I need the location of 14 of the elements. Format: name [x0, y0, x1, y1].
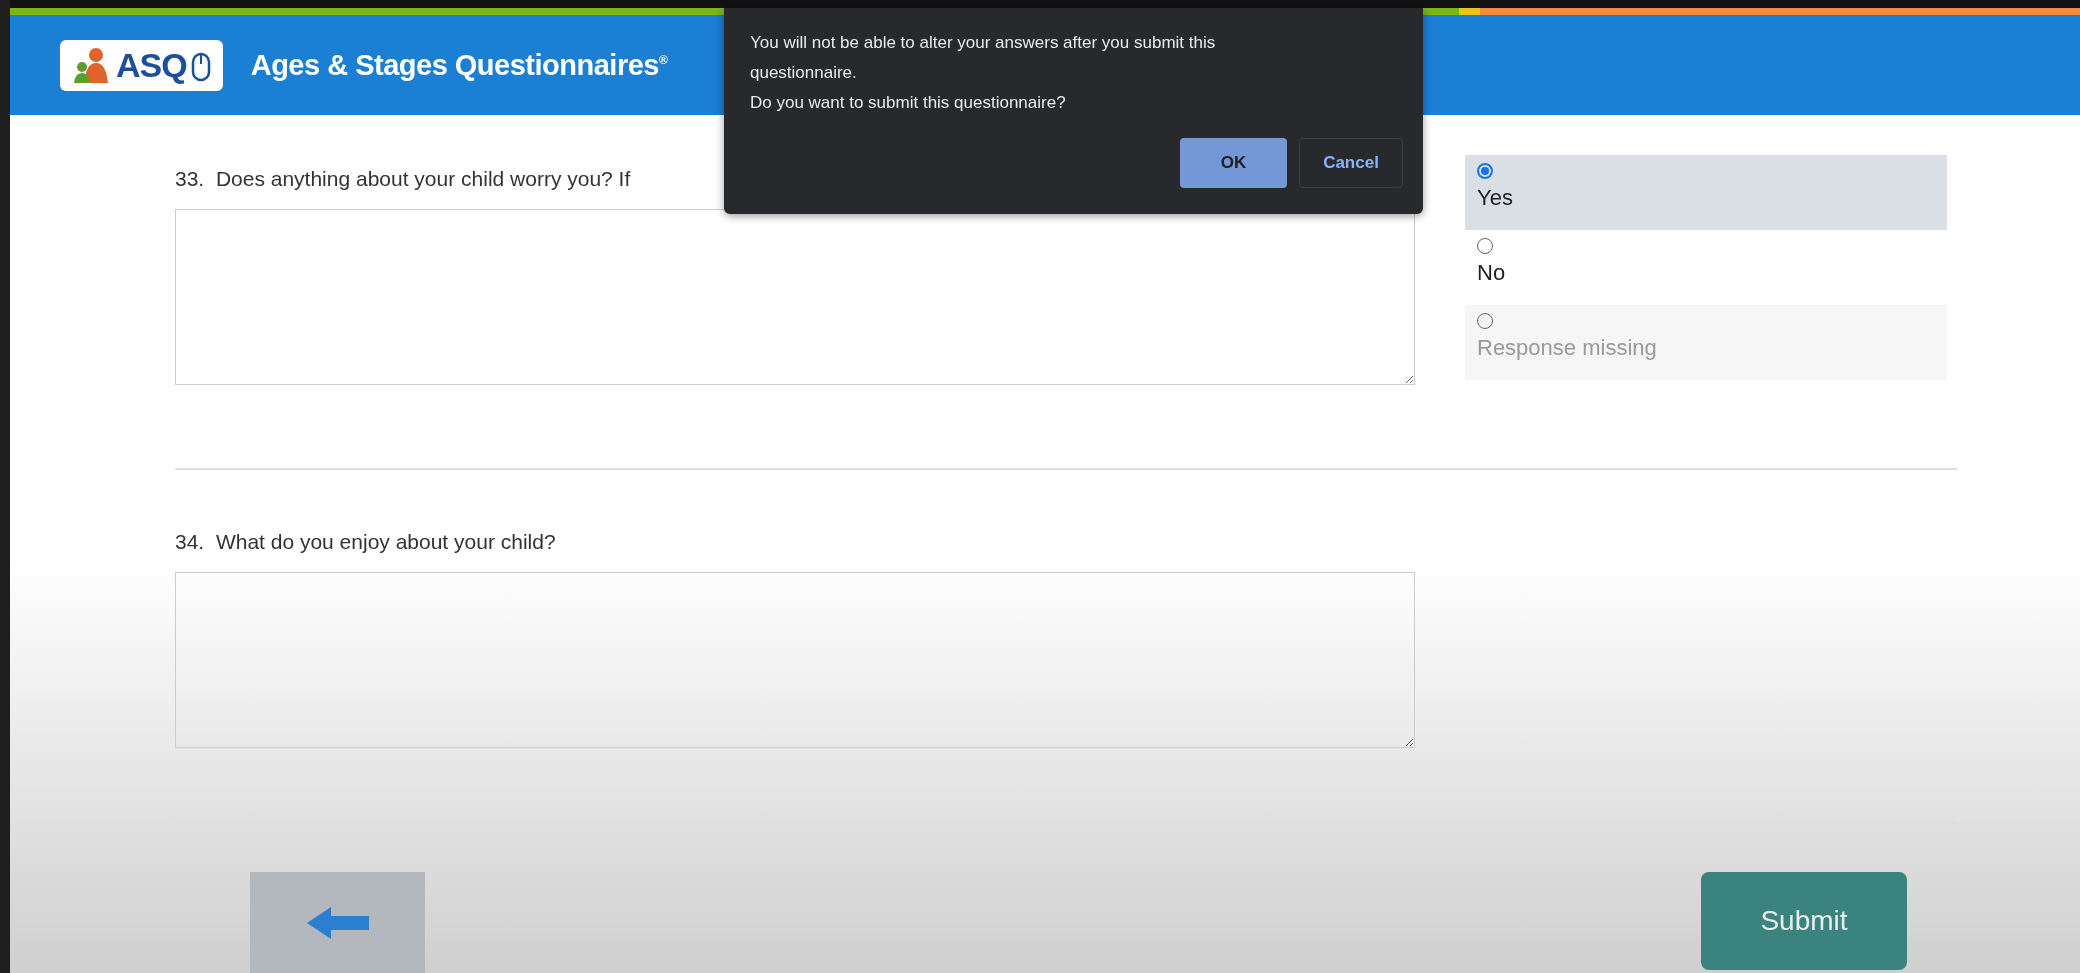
answer-box[interactable]	[175, 572, 1415, 748]
back-button[interactable]	[250, 872, 425, 973]
radio-option[interactable]: No	[1465, 230, 1947, 305]
submit-button[interactable]: Submit	[1701, 872, 1907, 970]
dialog-message: You will not be able to alter your answers after you submit this questionnaire.	[750, 32, 1217, 84]
left-arrow-icon	[306, 906, 369, 939]
dialog-button[interactable]: Cancel	[1299, 138, 1403, 188]
question-text: 33. Does anything about your child worry you? If	[175, 167, 631, 191]
logo-text: ASQ	[116, 45, 187, 85]
question-text: 34. What do you enjoy about your child?	[175, 530, 556, 554]
dialog-button[interactable]: OK	[1180, 138, 1287, 188]
radio-option[interactable]: Yes	[1465, 155, 1947, 230]
dialog-message: Do you want to submit this questionnaire?	[750, 92, 1067, 114]
app-title: Ages & Stages Questionnaires$^{®}$	[250, 48, 668, 82]
